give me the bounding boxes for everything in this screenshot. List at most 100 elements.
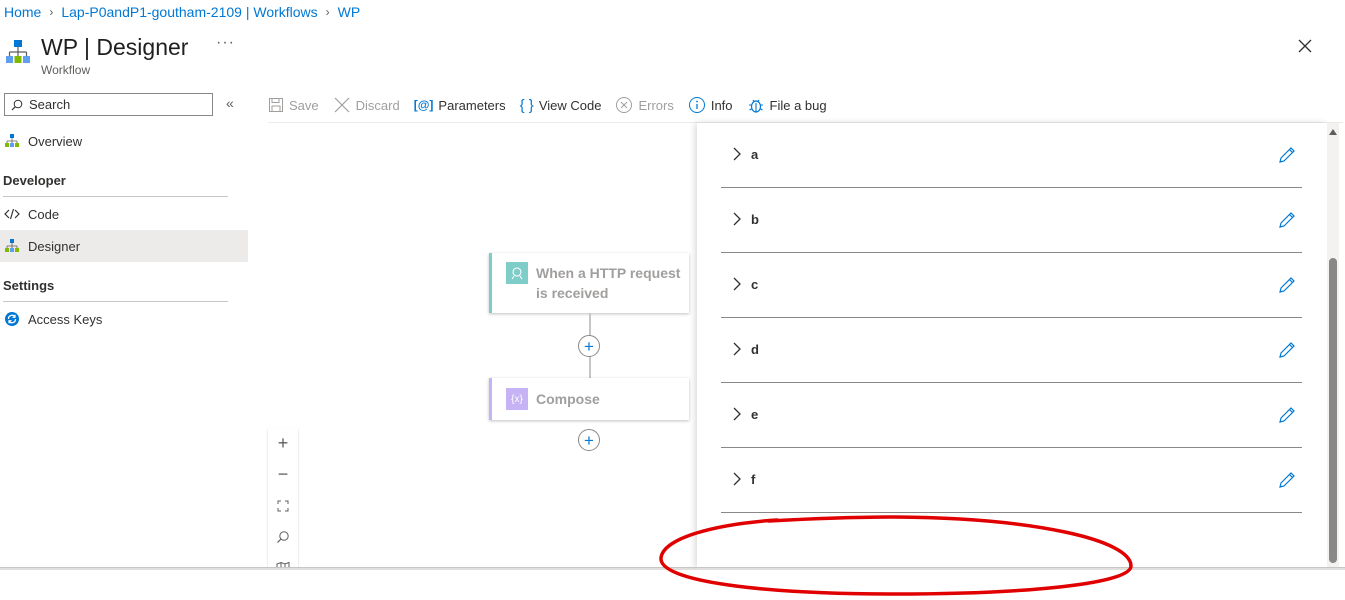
chevron-right-icon: ›: [49, 5, 54, 19]
compose-title: Compose: [536, 391, 600, 407]
edit-pencil-icon[interactable]: [1277, 275, 1297, 295]
search-box[interactable]: [4, 93, 213, 116]
breadcrumb: Home › Lap-P0andP1-goutham-2109 | Workfl…: [4, 4, 360, 20]
search-input[interactable]: [29, 97, 209, 112]
designer-toolbar: Save Discard [@] Parameters { } View Cod…: [268, 92, 841, 118]
parameter-row[interactable]: e: [721, 383, 1302, 448]
parameter-row[interactable]: f: [721, 448, 1302, 513]
save-icon: [269, 98, 283, 112]
trigger-title: When a HTTP request is received: [536, 265, 681, 301]
braces-icon: { }: [519, 96, 534, 114]
trigger-card[interactable]: When a HTTP request is received: [489, 253, 689, 313]
search-icon: [11, 99, 23, 110]
add-step-plus-icon[interactable]: +: [578, 335, 600, 357]
chevron-right-icon[interactable]: [731, 342, 743, 356]
designer-canvas[interactable]: When a HTTP request is received + {x} Co…: [268, 123, 698, 568]
compose-card[interactable]: {x} Compose: [489, 378, 689, 420]
code-icon: [4, 206, 20, 222]
discard-label: Discard: [355, 97, 400, 113]
parameter-row[interactable]: a: [721, 123, 1302, 188]
close-icon[interactable]: [1295, 36, 1315, 56]
collapse-sidebar-icon[interactable]: «: [226, 95, 234, 111]
sidebar-item-label: Overview: [28, 133, 83, 149]
workflow-icon: [4, 133, 20, 149]
parameters-panel: a b c d e f: [697, 123, 1327, 568]
parameter-name: f: [751, 472, 756, 487]
section-heading-developer: Developer: [3, 173, 66, 188]
file-bug-label: File a bug: [769, 97, 827, 113]
chevron-right-icon[interactable]: [731, 277, 743, 291]
workflow-icon: [6, 40, 30, 63]
parameter-name: b: [751, 212, 759, 227]
add-step-plus-icon[interactable]: +: [578, 429, 600, 451]
file-bug-button[interactable]: File a bug: [747, 96, 827, 114]
card-accent: [489, 378, 492, 420]
parameters-label: Parameters: [438, 97, 506, 113]
sidebar-item-code[interactable]: Code: [0, 198, 248, 230]
minimap-icon[interactable]: [268, 552, 298, 568]
info-button[interactable]: Info: [688, 96, 733, 114]
parameter-name: a: [751, 147, 759, 162]
info-label: Info: [710, 97, 733, 113]
edit-pencil-icon[interactable]: [1277, 405, 1297, 425]
sidebar-item-overview[interactable]: Overview: [0, 125, 248, 157]
more-options-icon[interactable]: ···: [216, 34, 235, 52]
parameter-name: d: [751, 342, 759, 357]
parameter-row[interactable]: c: [721, 253, 1302, 318]
chevron-right-icon: ›: [325, 5, 330, 19]
parameter-name: c: [751, 277, 759, 292]
info-icon: [688, 97, 705, 113]
workflow-icon: [4, 238, 20, 254]
sidebar-item-access-keys[interactable]: Access Keys: [0, 303, 248, 335]
chevron-right-icon[interactable]: [731, 147, 743, 161]
edit-pencil-icon[interactable]: [1277, 145, 1297, 165]
errors-button[interactable]: Errors: [615, 96, 674, 114]
parameter-row[interactable]: d: [721, 318, 1302, 383]
discard-icon: [334, 97, 350, 113]
card-accent: [489, 253, 492, 313]
parameters-icon: [@]: [413, 98, 434, 112]
sidebar-item-label: Code: [28, 206, 60, 222]
section-heading-settings: Settings: [3, 278, 55, 293]
bug-icon: [748, 99, 763, 113]
panel-scrollbar[interactable]: [1327, 123, 1339, 568]
zoom-controls: + −: [268, 428, 298, 568]
page-title: WP | Designer: [41, 34, 189, 60]
sidebar: « Overview Developer Code Designer Setti…: [0, 90, 248, 570]
edit-pencil-icon[interactable]: [1277, 340, 1297, 360]
chevron-right-icon[interactable]: [731, 407, 743, 421]
divider: [3, 196, 228, 197]
page-header: WP | Designer Workflow ···: [0, 32, 1345, 82]
scroll-thumb[interactable]: [1329, 258, 1337, 563]
compose-icon: {x}: [506, 388, 528, 410]
breadcrumb-home[interactable]: Home: [4, 4, 41, 20]
errors-label: Errors: [638, 97, 674, 113]
sidebar-item-label: Access Keys: [28, 311, 103, 327]
view-code-label: View Code: [538, 97, 602, 113]
edit-pencil-icon[interactable]: [1277, 210, 1297, 230]
sidebar-item-designer[interactable]: Designer: [0, 230, 248, 262]
breadcrumb-current[interactable]: WP: [338, 4, 361, 20]
view-code-button[interactable]: { } View Code: [520, 97, 602, 114]
parameter-name: e: [751, 407, 759, 422]
scroll-up-icon[interactable]: [1329, 129, 1337, 135]
chevron-right-icon[interactable]: [731, 472, 743, 486]
zoom-out-icon[interactable]: −: [268, 459, 298, 490]
page-subtitle: Workflow: [41, 63, 91, 77]
search-icon[interactable]: [268, 521, 298, 552]
error-icon: [616, 97, 633, 113]
save-button[interactable]: Save: [268, 97, 319, 113]
chevron-right-icon[interactable]: [731, 212, 743, 226]
parameter-row[interactable]: b: [721, 188, 1302, 253]
fit-view-icon[interactable]: [268, 490, 298, 521]
breadcrumb-workflows[interactable]: Lap-P0andP1-goutham-2109 | Workflows: [61, 4, 317, 20]
parameters-button[interactable]: [@] Parameters: [414, 98, 506, 113]
zoom-in-icon[interactable]: +: [268, 428, 298, 459]
http-request-icon: [506, 262, 528, 284]
save-label: Save: [289, 97, 319, 113]
refresh-key-icon: [4, 311, 20, 327]
edit-pencil-icon[interactable]: [1277, 470, 1297, 490]
discard-button[interactable]: Discard: [333, 96, 400, 114]
divider: [3, 301, 228, 302]
footer-area: [0, 570, 1345, 600]
